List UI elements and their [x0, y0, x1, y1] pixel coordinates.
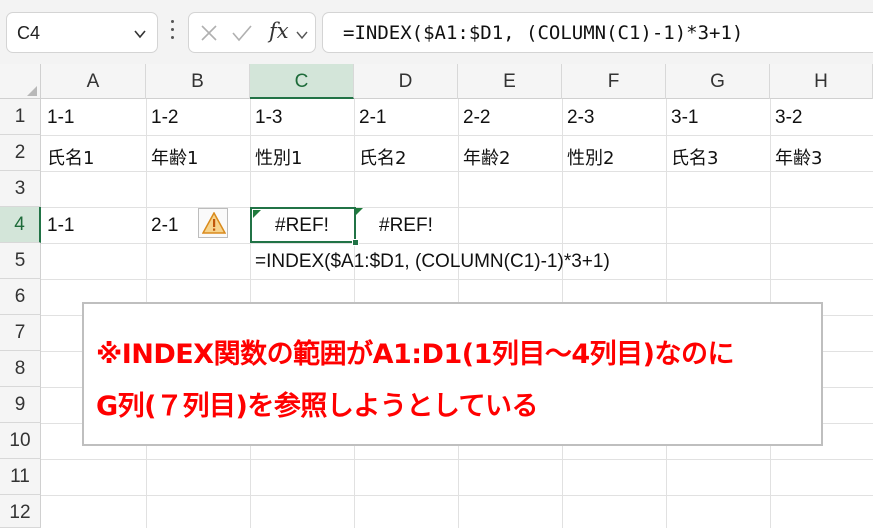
column-header-g[interactable]: G	[666, 64, 770, 99]
more-vertical-icon[interactable]	[170, 20, 176, 44]
column-header-d[interactable]: D	[354, 64, 458, 99]
name-box[interactable]: C4	[6, 12, 158, 53]
error-indicator-d4	[355, 208, 363, 216]
row-header-6[interactable]: 6	[0, 279, 41, 315]
cell-f2[interactable]: 性別2	[567, 144, 614, 170]
formula-input[interactable]: =INDEX($A1:$D1, (COLUMN(C1)-1)*3+1)	[322, 12, 873, 53]
cancel-x-icon[interactable]	[199, 23, 219, 47]
cell-e1[interactable]: 2-2	[463, 107, 490, 129]
cell-c1[interactable]: 1-3	[255, 107, 282, 129]
cell-b1[interactable]: 1-2	[151, 107, 178, 129]
select-all-corner[interactable]	[0, 64, 41, 99]
gridline	[41, 243, 873, 244]
cell-f1[interactable]: 2-3	[567, 107, 594, 129]
formula-buttons: fx	[188, 12, 316, 53]
column-header-c[interactable]: C	[250, 64, 354, 99]
spreadsheet-grid: A B C D E F G H 1 2 3 4 5 6 7 8 9 10 11 …	[0, 64, 873, 528]
column-header-b[interactable]: B	[146, 64, 250, 99]
check-icon[interactable]	[231, 23, 253, 47]
chevron-down-icon[interactable]	[295, 27, 309, 46]
row-header-9[interactable]: 9	[0, 387, 41, 423]
cell-g2[interactable]: 氏名3	[671, 144, 718, 170]
row-header-4[interactable]: 4	[0, 207, 41, 243]
cell-d1[interactable]: 2-1	[359, 107, 386, 129]
gridline	[41, 207, 873, 208]
row-header-7[interactable]: 7	[0, 315, 41, 351]
column-header-h[interactable]: H	[770, 64, 873, 99]
cell-a1[interactable]: 1-1	[47, 107, 74, 129]
column-header-a[interactable]: A	[41, 64, 146, 99]
cell-a4[interactable]: 1-1	[47, 215, 74, 237]
fx-icon[interactable]: fx	[269, 19, 289, 43]
cell-h2[interactable]: 年齢3	[775, 144, 822, 170]
row-header-3[interactable]: 3	[0, 171, 41, 207]
name-box-value: C4	[17, 23, 41, 43]
callout-line-2: G列(７列目)を参照しようとしている	[96, 391, 539, 422]
active-cell-border	[250, 207, 356, 243]
cell-g1[interactable]: 3-1	[671, 107, 698, 129]
row-header-8[interactable]: 8	[0, 351, 41, 387]
cell-h1[interactable]: 3-2	[775, 107, 802, 129]
cell-d4[interactable]: #REF!	[379, 215, 433, 237]
chevron-down-icon[interactable]	[133, 26, 147, 45]
column-header-e[interactable]: E	[458, 64, 562, 99]
fill-handle[interactable]	[352, 239, 359, 246]
cell-b2[interactable]: 年齢1	[151, 144, 198, 170]
formula-bar: C4 fx =INDEX($A1:$D1, (COLUMN(C1)-1)*3+1…	[0, 0, 873, 64]
column-header-f[interactable]: F	[562, 64, 666, 99]
gridline	[41, 171, 873, 172]
gridline	[41, 279, 873, 280]
error-check-button[interactable]	[198, 208, 228, 238]
cell-e2[interactable]: 年齢2	[463, 144, 510, 170]
gridline	[41, 495, 873, 496]
cell-d2[interactable]: 氏名2	[359, 144, 406, 170]
row-header-11[interactable]: 11	[0, 459, 41, 495]
row-header-1[interactable]: 1	[0, 99, 41, 135]
warning-icon	[201, 211, 227, 238]
formula-text: =INDEX($A1:$D1, (COLUMN(C1)-1)*3+1)	[343, 22, 744, 44]
row-header-10[interactable]: 10	[0, 423, 41, 459]
row-header-12[interactable]: 12	[0, 495, 41, 528]
gridline	[41, 135, 873, 136]
annotation-callout: ※INDEX関数の範囲がA1:D1(1列目～4列目)なのに G列(７列目)を参照…	[82, 302, 823, 446]
cell-b4[interactable]: 2-1	[151, 215, 178, 237]
cell-c5[interactable]: =INDEX($A1:$D1, (COLUMN(C1)-1)*3+1)	[255, 251, 610, 273]
cell-c2[interactable]: 性別1	[255, 144, 302, 170]
cell-a2[interactable]: 氏名1	[47, 144, 94, 170]
row-header-2[interactable]: 2	[0, 135, 41, 171]
gridline	[41, 459, 873, 460]
callout-line-1: ※INDEX関数の範囲がA1:D1(1列目～4列目)なのに	[96, 339, 735, 370]
row-header-5[interactable]: 5	[0, 243, 41, 279]
